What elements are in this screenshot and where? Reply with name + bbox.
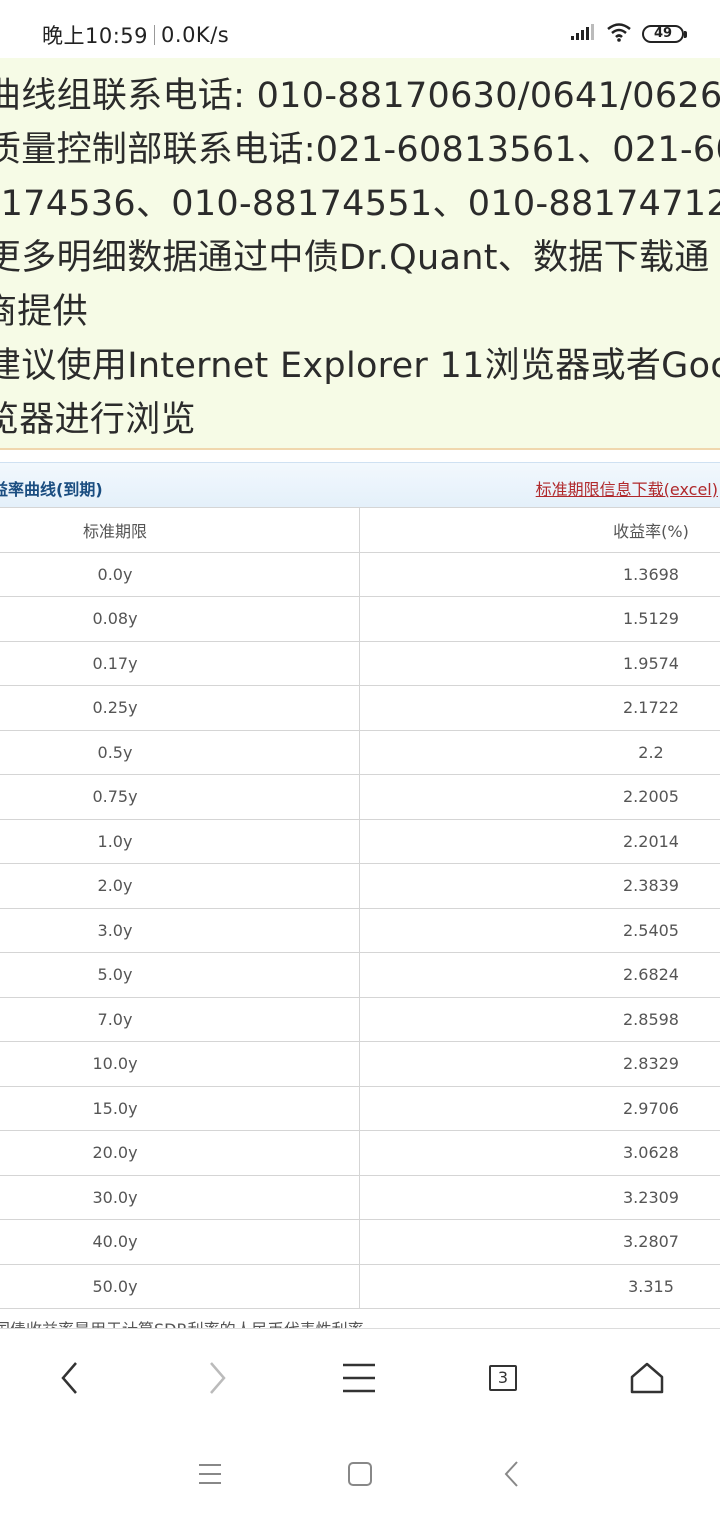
tab-count-icon: 3	[489, 1365, 517, 1391]
yield-cell: 3.315	[359, 1263, 720, 1309]
yield-cell: 2.1722	[359, 685, 720, 731]
yield-cell: 3.2807	[359, 1219, 720, 1265]
table-row: 0.75y 2.2005	[0, 774, 720, 820]
table-title-bar: 益率曲线(到期) 标准期限信息下载(excel)	[0, 462, 720, 508]
term-cell: 0.75y	[0, 774, 360, 820]
yield-cell: 2.8598	[359, 996, 720, 1042]
table-title: 益率曲线(到期)	[0, 480, 103, 499]
yield-cell: 2.2005	[359, 774, 720, 820]
system-back-button[interactable]	[492, 1454, 532, 1494]
term-cell: 0.08y	[0, 596, 360, 642]
yield-cell: 2.3839	[359, 863, 720, 909]
forward-button[interactable]	[192, 1353, 242, 1403]
back-icon	[504, 1461, 518, 1487]
term-cell: 0.25y	[0, 685, 360, 731]
term-cell: 0.0y	[0, 551, 360, 597]
table-row: 0.5y 2.2	[0, 729, 720, 775]
download-excel-link[interactable]: 标准期限信息下载(excel)	[536, 476, 718, 500]
term-cell: 30.0y	[0, 1174, 360, 1220]
table-row: 15.0y 2.9706	[0, 1085, 720, 1131]
notice-line-browse: 览器进行浏览	[0, 400, 196, 440]
term-cell: 40.0y	[0, 1219, 360, 1265]
table-row: 1.0y 2.2014	[0, 818, 720, 864]
yield-cell: 1.5129	[359, 596, 720, 642]
system-nav-bar	[0, 1424, 720, 1520]
header-term: 标准期限	[0, 507, 360, 553]
status-right: 49	[570, 22, 687, 46]
notice-line-provider: 商提供	[0, 292, 88, 332]
notice-line-browser: 建议使用Internet Explorer 11浏览器或者Goo	[0, 346, 720, 386]
yield-cell: 1.9574	[359, 640, 720, 686]
term-cell: 0.5y	[0, 729, 360, 775]
recent-apps-button[interactable]	[190, 1454, 230, 1494]
notice-box: 曲线组联系电话: 010-88170630/0641/0626/4 质量控制部联…	[0, 58, 720, 450]
home-button[interactable]	[622, 1353, 672, 1403]
home-icon	[630, 1362, 664, 1394]
table-row: 3.0y 2.5405	[0, 907, 720, 953]
status-separator	[154, 25, 156, 45]
browser-toolbar: 3	[0, 1328, 720, 1426]
table-row: 0.0y 1.3698	[0, 551, 720, 597]
yield-cell: 2.9706	[359, 1085, 720, 1131]
tabs-button[interactable]: 3	[478, 1353, 528, 1403]
notice-line-phones: 8174536、010-88174551、010-88174712	[0, 184, 720, 224]
header-yield: 收益率(%)	[359, 507, 720, 553]
recents-icon	[199, 1464, 221, 1484]
table-row: 0.08y 1.5129	[0, 596, 720, 642]
system-home-button[interactable]	[340, 1454, 380, 1494]
battery-icon: 49	[642, 25, 687, 43]
signal-icon	[570, 23, 596, 45]
square-icon	[348, 1462, 372, 1486]
table-row: 50.0y 3.315	[0, 1263, 720, 1309]
wifi-icon	[606, 22, 632, 46]
status-time: 晚上10:59	[42, 24, 149, 48]
table-row: 10.0y 2.8329	[0, 1041, 720, 1087]
yield-cell: 2.8329	[359, 1041, 720, 1087]
yield-cell: 2.2014	[359, 818, 720, 864]
term-cell: 0.17y	[0, 640, 360, 686]
menu-button[interactable]	[334, 1353, 384, 1403]
notice-line-contact: 曲线组联系电话: 010-88170630/0641/0626/4	[0, 76, 720, 116]
chevron-left-icon	[61, 1362, 77, 1394]
table-row: 20.0y 3.0628	[0, 1130, 720, 1176]
table-row: 5.0y 2.6824	[0, 952, 720, 998]
yield-cell: 3.0628	[359, 1130, 720, 1176]
back-button[interactable]	[45, 1353, 95, 1403]
table-row: 0.25y 2.1722	[0, 685, 720, 731]
yield-cell: 2.6824	[359, 952, 720, 998]
notice-line-quality: 质量控制部联系电话:021-60813561、021-608	[0, 130, 720, 170]
table-row: 7.0y 2.8598	[0, 996, 720, 1042]
term-cell: 7.0y	[0, 996, 360, 1042]
yield-cell: 3.2309	[359, 1174, 720, 1220]
term-cell: 20.0y	[0, 1130, 360, 1176]
notice-line-data: 更多明细数据通过中债Dr.Quant、数据下载通	[0, 238, 710, 278]
chevron-right-icon	[210, 1362, 226, 1394]
term-cell: 50.0y	[0, 1263, 360, 1309]
network-speed: 0.0K/s	[161, 23, 230, 47]
term-cell: 15.0y	[0, 1085, 360, 1131]
term-cell: 10.0y	[0, 1041, 360, 1087]
yield-cell: 2.2	[359, 729, 720, 775]
term-cell: 5.0y	[0, 952, 360, 998]
yield-curve-table: 标准期限 收益率(%) 0.0y 1.3698 0.08y 1.5129 0.17y 1.…	[0, 507, 720, 1309]
status-bar: 晚上10:59 0.0K/s 49	[0, 0, 720, 58]
table-row: 40.0y 3.2807	[0, 1219, 720, 1265]
status-left: 晚上10:59 0.0K/s	[42, 20, 229, 50]
term-cell: 3.0y	[0, 907, 360, 953]
term-cell: 2.0y	[0, 863, 360, 909]
yield-cell: 1.3698	[359, 551, 720, 597]
table-row: 0.17y 1.9574	[0, 640, 720, 686]
menu-icon	[343, 1363, 375, 1393]
table-row: 30.0y 3.2309	[0, 1174, 720, 1220]
yield-cell: 2.5405	[359, 907, 720, 953]
table-row: 2.0y 2.3839	[0, 863, 720, 909]
table-header-row: 标准期限 收益率(%)	[0, 507, 720, 553]
term-cell: 1.0y	[0, 818, 360, 864]
